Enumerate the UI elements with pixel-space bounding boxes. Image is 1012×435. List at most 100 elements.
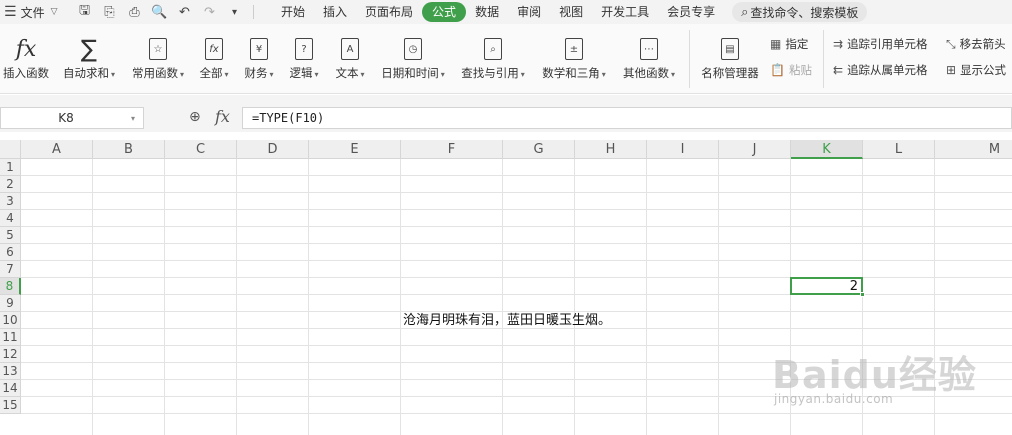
- column-header-j[interactable]: J: [719, 140, 791, 159]
- row-header-8[interactable]: 8: [0, 278, 21, 295]
- column-header-c[interactable]: C: [165, 140, 237, 159]
- grid-line: [308, 159, 309, 435]
- row-header-15[interactable]: 15: [0, 397, 21, 414]
- grid-line: [718, 159, 719, 435]
- row-header-2[interactable]: 2: [0, 176, 21, 193]
- math-trig-button[interactable]: ± 数学和三角 ▾: [537, 34, 611, 88]
- tab-developer[interactable]: 开发工具: [592, 2, 658, 22]
- row-header-9[interactable]: 9: [0, 295, 21, 312]
- tab-member[interactable]: 会员专享: [658, 2, 724, 22]
- grid-line: [574, 159, 575, 435]
- grid-line: [21, 226, 1012, 227]
- name-manager-button[interactable]: ▤ 名称管理器: [697, 34, 763, 88]
- tab-review[interactable]: 审阅: [508, 2, 550, 22]
- insert-function-button[interactable]: fx 插入函数: [0, 34, 52, 88]
- paste-name-label: 粘贴: [788, 63, 812, 77]
- grid-line: [21, 192, 1012, 193]
- column-header-i[interactable]: I: [647, 140, 719, 159]
- column-header-a[interactable]: A: [21, 140, 93, 159]
- row-header-7[interactable]: 7: [0, 261, 21, 278]
- undo-icon[interactable]: ↶: [172, 5, 197, 20]
- file-menu[interactable]: ☰ 文件 ▽: [0, 0, 72, 24]
- row-header-12[interactable]: 12: [0, 346, 21, 363]
- save-icon[interactable]: 🖫: [72, 1, 97, 23]
- quick-access-toolbar: 🖫 ⎘ ⎙ 🔍 ↶ ↷ ▾: [72, 0, 260, 24]
- all-functions-label: 全部: [199, 66, 223, 80]
- fill-handle[interactable]: [860, 292, 865, 297]
- tab-insert[interactable]: 插入: [314, 2, 356, 22]
- column-header-m[interactable]: M: [935, 140, 1012, 159]
- remove-arrows-button[interactable]: ⤡ 移去箭头: [946, 35, 1006, 53]
- customize-toolbar-icon[interactable]: ▾: [222, 7, 247, 18]
- format-painter-icon[interactable]: ⎘: [97, 5, 122, 20]
- paste-icon: 📋: [770, 63, 785, 77]
- column-header-l[interactable]: L: [863, 140, 935, 159]
- more-icon: ⋯: [640, 38, 658, 60]
- date-time-button[interactable]: ◷ 日期和时间 ▾: [377, 34, 449, 88]
- trace-precedents-icon: ⇉: [833, 37, 844, 51]
- hamburger-icon: ☰: [4, 4, 17, 20]
- row-header-5[interactable]: 5: [0, 227, 21, 244]
- text-a-icon: A: [341, 38, 359, 60]
- insert-function-label: 插入函数: [3, 66, 49, 80]
- grid-line: [21, 379, 1012, 380]
- column-header-g[interactable]: G: [503, 140, 575, 159]
- row-header-14[interactable]: 14: [0, 380, 21, 397]
- insert-function-fx-icon[interactable]: fx: [215, 107, 230, 126]
- fx-icon: fx: [15, 36, 37, 62]
- column-header-d[interactable]: D: [237, 140, 309, 159]
- row-header-3[interactable]: 3: [0, 193, 21, 210]
- name-box[interactable]: K8 ▾: [0, 107, 144, 129]
- formula-input[interactable]: =TYPE(F10): [242, 107, 1012, 129]
- row-header-4[interactable]: 4: [0, 210, 21, 227]
- grid-line: [21, 345, 1012, 346]
- tab-home[interactable]: 开始: [272, 2, 314, 22]
- row-header-13[interactable]: 13: [0, 363, 21, 380]
- text-functions-label: 文本: [335, 66, 359, 80]
- logical-button[interactable]: ? 逻辑 ▾: [285, 34, 323, 88]
- divider: [689, 30, 690, 88]
- print-icon[interactable]: ⎙: [122, 5, 147, 20]
- specify-button[interactable]: ▦ 指定: [770, 35, 808, 53]
- name-box-value: K8: [58, 111, 74, 125]
- common-functions-button[interactable]: ☆ 常用函数 ▾: [127, 34, 189, 88]
- zoom-icon[interactable]: ⊕: [189, 109, 201, 125]
- column-header-b[interactable]: B: [93, 140, 165, 159]
- column-header-f[interactable]: F: [401, 140, 503, 159]
- more-functions-button[interactable]: ⋯ 其他函数 ▾: [618, 34, 680, 88]
- redo-icon[interactable]: ↷: [197, 5, 222, 20]
- grid-line: [236, 159, 237, 435]
- row-header-10[interactable]: 10: [0, 312, 21, 329]
- chevron-down-icon[interactable]: ▾: [131, 114, 143, 123]
- tab-data[interactable]: 数据: [466, 2, 508, 22]
- column-header-h[interactable]: H: [575, 140, 647, 159]
- trace-dependents-button[interactable]: ⇇ 追踪从属单元格: [833, 61, 928, 79]
- row-header-6[interactable]: 6: [0, 244, 21, 261]
- cell-f10[interactable]: 沧海月明珠有泪，蓝田日暖玉生烟。: [403, 312, 611, 329]
- column-header-k[interactable]: K: [791, 140, 863, 159]
- tab-page-layout[interactable]: 页面布局: [356, 2, 422, 22]
- lookup-reference-button[interactable]: ⌕ 查找与引用 ▾: [457, 34, 529, 88]
- row-header-1[interactable]: 1: [0, 159, 21, 176]
- tab-formulas[interactable]: 公式: [422, 2, 467, 22]
- grid-line: [790, 159, 791, 435]
- row-header-11[interactable]: 11: [0, 329, 21, 346]
- command-search[interactable]: ⌕ 查找命令、搜索模板: [732, 2, 868, 22]
- fx-box-icon: fx: [205, 38, 223, 60]
- all-functions-button[interactable]: fx 全部 ▾: [195, 34, 233, 88]
- grid-line: [21, 396, 1012, 397]
- grid-line: [21, 209, 1012, 210]
- table-icon: ▦: [770, 37, 782, 51]
- tab-view[interactable]: 视图: [550, 2, 592, 22]
- show-formulas-button[interactable]: ⊞ 显示公式: [946, 61, 1006, 79]
- financial-button[interactable]: ¥ 财务 ▾: [240, 34, 278, 88]
- spreadsheet-grid[interactable]: A B C D E F G H I J K L M 1 2 3 4 5 6 7 8 9 10 11 12 13 14 15 沧海月明珠有…: [0, 140, 1012, 435]
- print-preview-icon[interactable]: 🔍: [147, 5, 172, 20]
- text-functions-button[interactable]: A 文本 ▾: [331, 34, 369, 88]
- column-header-e[interactable]: E: [309, 140, 401, 159]
- select-all-corner[interactable]: [0, 140, 21, 159]
- autosum-button[interactable]: ∑ 自动求和 ▾: [58, 34, 120, 88]
- grid-line: [21, 260, 1012, 261]
- trace-precedents-button[interactable]: ⇉ 追踪引用单元格: [833, 35, 928, 53]
- paste-name-button[interactable]: 📋 粘贴: [770, 61, 812, 79]
